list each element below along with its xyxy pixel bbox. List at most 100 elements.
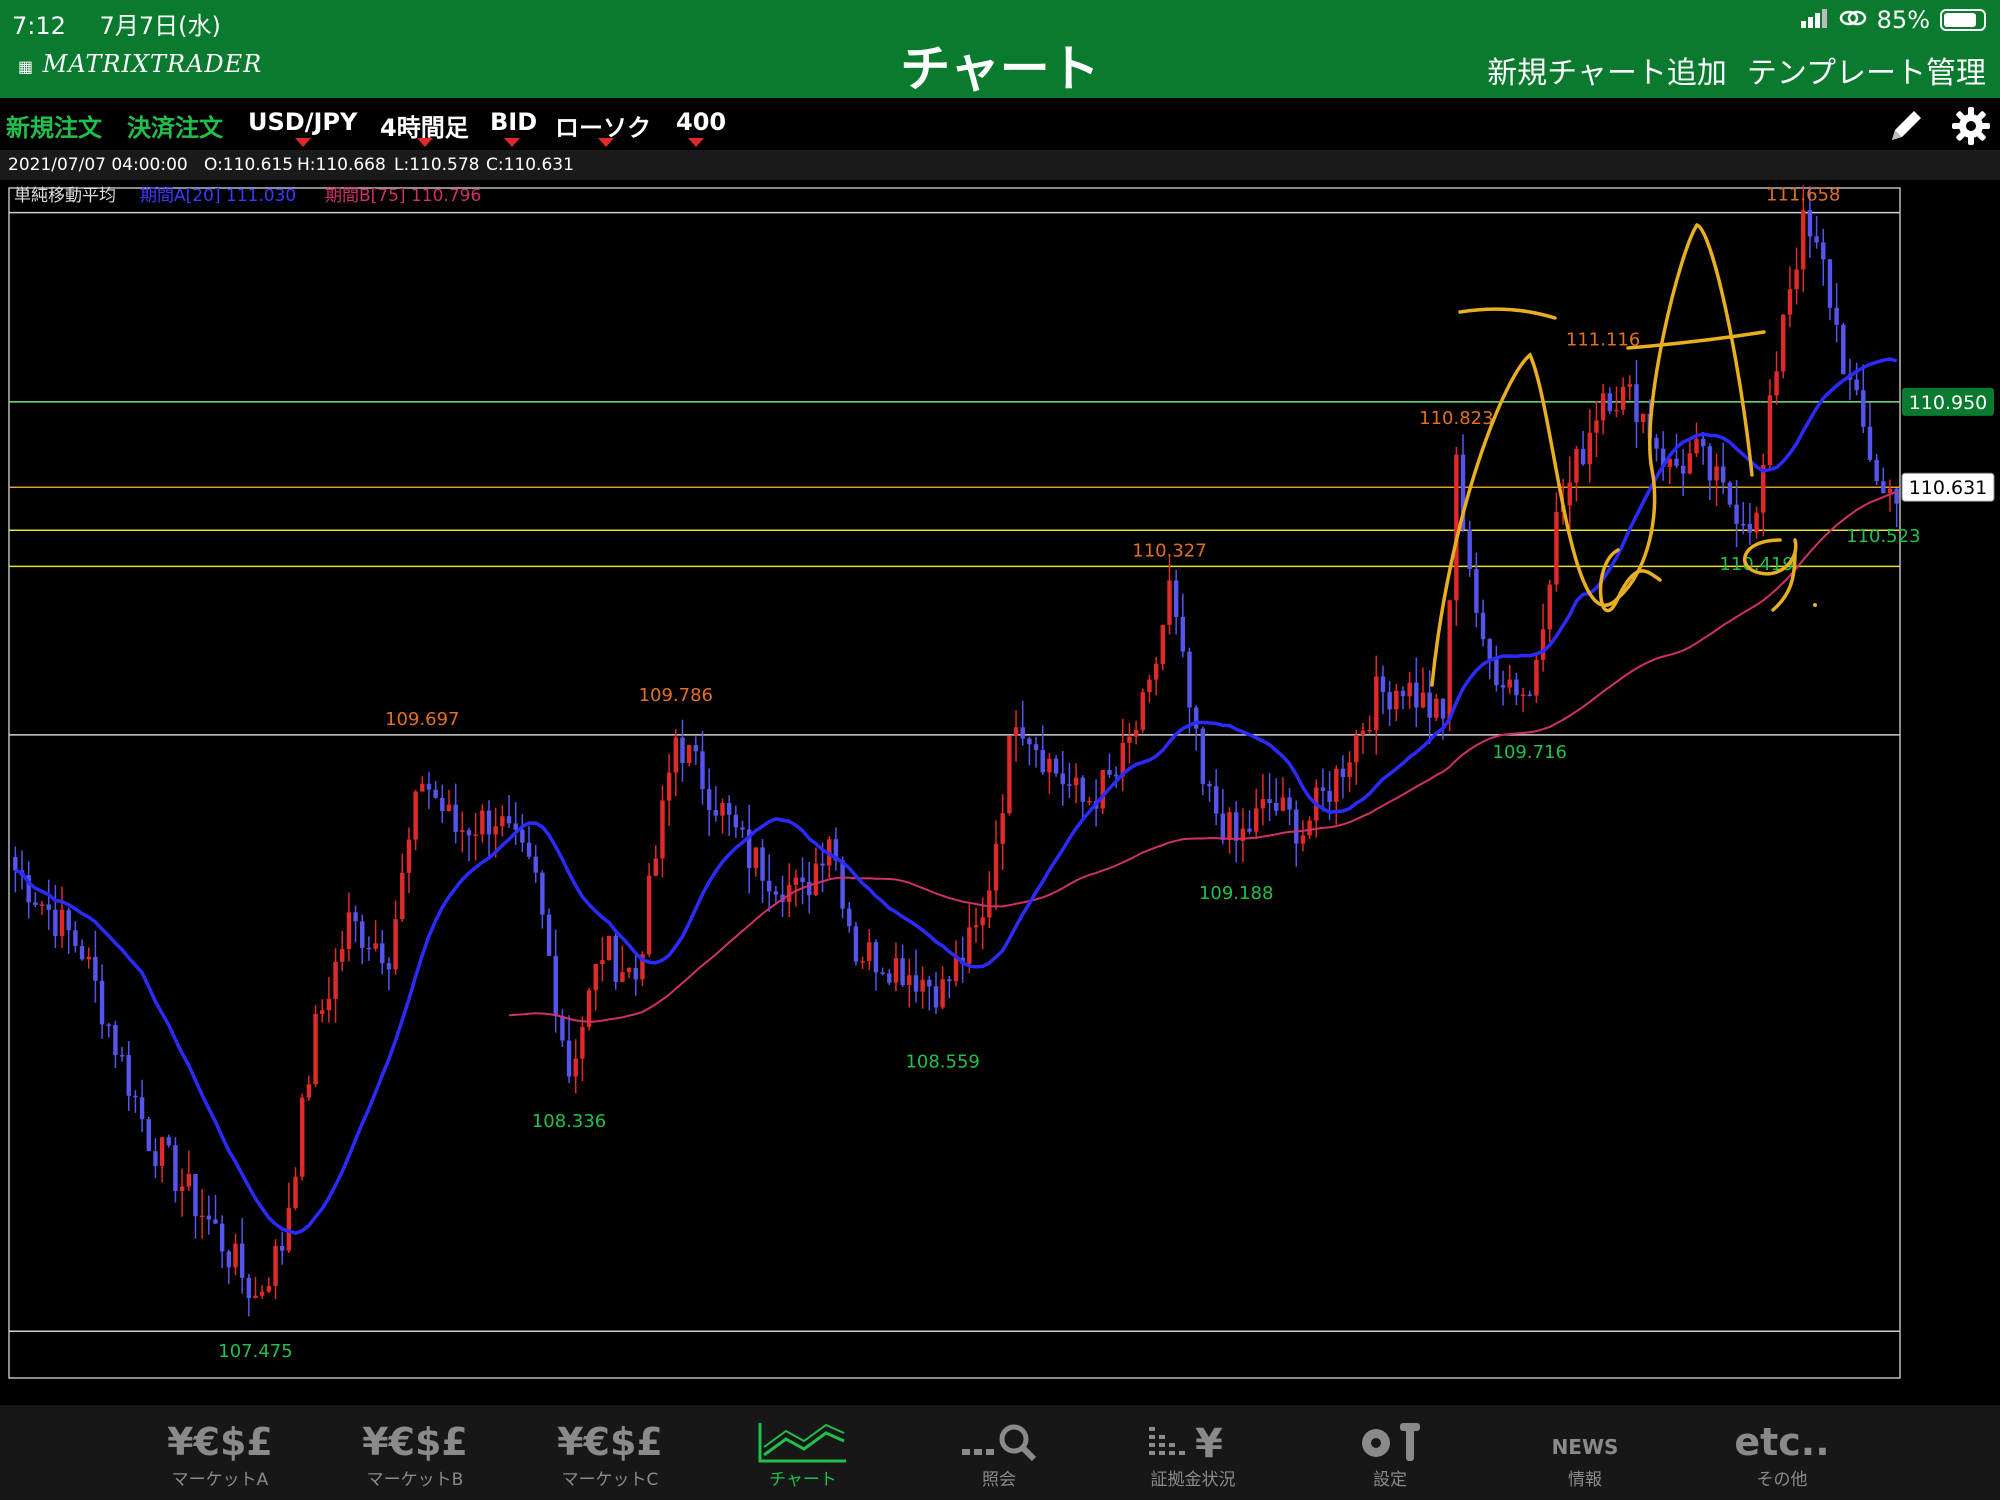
candle-up	[1554, 511, 1559, 585]
candle-up	[179, 1186, 185, 1191]
tab-market-c-label: マーケットC	[561, 1470, 659, 1490]
candle-down	[1741, 523, 1746, 526]
candle-down	[1747, 523, 1753, 533]
candle-up	[1360, 730, 1366, 736]
candle-up	[320, 1010, 325, 1014]
candle-down	[1814, 236, 1819, 243]
candle-up	[1087, 801, 1092, 803]
candle-up	[1540, 629, 1546, 660]
candle-up	[1594, 420, 1599, 433]
candle-up	[293, 1176, 298, 1208]
candle-down	[773, 891, 779, 895]
currency-icon: ¥€$£	[362, 1420, 468, 1464]
candle-down	[360, 921, 365, 948]
candle-down	[113, 1025, 118, 1056]
gear-icon[interactable]	[1950, 105, 1992, 153]
candle-up	[1620, 386, 1626, 410]
candle-up	[480, 810, 485, 835]
candle-up	[653, 858, 658, 876]
candle-down	[1187, 651, 1192, 708]
chart-canvas[interactable]: 109.697109.786110.327110.823111.116111.6…	[0, 180, 2000, 1405]
candle-up	[1754, 512, 1759, 533]
indicator-name: 単純移動平均	[14, 186, 116, 206]
pair-select[interactable]: USD/JPY	[248, 108, 357, 136]
candle-down	[1340, 768, 1346, 778]
settle-order-button[interactable]: 決済注文	[127, 108, 223, 143]
candle-down	[873, 942, 879, 973]
candle-down	[1173, 580, 1179, 617]
candle-up	[1374, 676, 1379, 730]
candle-up	[420, 783, 425, 792]
tab-chart-label: チャート	[769, 1470, 837, 1490]
candle-down	[1040, 749, 1045, 773]
new-order-button[interactable]: 新規注文	[6, 108, 102, 143]
candle-down	[79, 945, 85, 960]
candle-down	[246, 1277, 252, 1299]
candle-down	[1020, 727, 1025, 739]
candle-down	[1220, 813, 1226, 840]
tab-market-b[interactable]: ¥€$£ マーケットB	[330, 1405, 500, 1500]
candle-up	[593, 964, 598, 991]
candle-down	[1200, 728, 1206, 784]
candle-up	[600, 960, 605, 965]
candle-up	[333, 961, 338, 999]
candle-up	[326, 998, 332, 1011]
candle-up	[1714, 466, 1719, 481]
candle-down	[1874, 459, 1879, 482]
news-icon: NEWS	[1551, 1435, 1619, 1459]
candle-up	[646, 875, 652, 955]
candle-down	[1067, 784, 1072, 786]
candle-up	[300, 1097, 305, 1177]
candle-up	[1013, 727, 1019, 736]
candle-up	[1627, 384, 1633, 387]
candle-down	[426, 783, 432, 790]
candle-down	[1500, 685, 1506, 688]
candle-up	[273, 1245, 278, 1286]
candle-down	[566, 1040, 572, 1077]
candle-up	[1147, 679, 1152, 693]
candle-up	[1007, 735, 1012, 814]
candle-up	[1547, 584, 1552, 630]
candle-down	[1233, 812, 1239, 841]
candle-up	[893, 958, 899, 983]
tab-chart[interactable]: チャート	[718, 1405, 888, 1500]
candle-down	[1834, 307, 1839, 325]
add-chart-button[interactable]: 新規チャート追加	[1487, 48, 1727, 92]
candle-up	[199, 1215, 205, 1218]
candle-up	[1127, 736, 1132, 743]
tab-market-a[interactable]: ¥€$£ マーケットA	[135, 1405, 305, 1500]
candle-down	[740, 827, 745, 830]
tab-inquiry[interactable]: 照会	[914, 1405, 1084, 1500]
candle-up	[186, 1173, 191, 1187]
candle-up	[1367, 729, 1372, 732]
candle-up	[1574, 448, 1579, 483]
trough-label: 109.188	[1199, 883, 1273, 904]
chart-line-icon	[718, 1419, 888, 1465]
pencil-icon[interactable]	[1886, 106, 1926, 152]
settings-tools-icon	[1305, 1419, 1475, 1465]
candle-down	[1721, 466, 1726, 483]
tab-other-label: その他	[1756, 1470, 1808, 1490]
tab-margin-status[interactable]: ¥ 証拠金状況	[1108, 1405, 1278, 1500]
price-type-select[interactable]: BID	[490, 108, 537, 136]
tab-settings[interactable]: 設定	[1305, 1405, 1475, 1500]
plot-frame	[8, 187, 1901, 1379]
candle-down	[887, 973, 892, 983]
candle-up	[1794, 269, 1799, 290]
tab-market-c[interactable]: ¥€$£ マーケットC	[525, 1405, 695, 1500]
tab-other[interactable]: etc.. その他	[1697, 1405, 1867, 1500]
candle-up	[233, 1243, 238, 1268]
candle-up	[1434, 698, 1439, 718]
candle-down	[1113, 774, 1119, 777]
bar-count-dropdown-icon	[688, 138, 704, 147]
candle-up	[1334, 768, 1339, 802]
candle-down	[1607, 393, 1612, 412]
candle-up	[1260, 798, 1266, 809]
price-chart[interactable]: 109.697 109.786 110.327 110.823 111.116 111.6…	[0, 180, 2000, 1405]
candle-down	[1894, 488, 1899, 504]
candle-down	[1494, 658, 1499, 686]
template-manage-button[interactable]: テンプレート管理	[1747, 48, 1986, 92]
bar-count-select[interactable]: 400	[676, 108, 726, 136]
candle-down	[900, 958, 905, 986]
tab-news[interactable]: NEWS 情報	[1500, 1405, 1670, 1500]
